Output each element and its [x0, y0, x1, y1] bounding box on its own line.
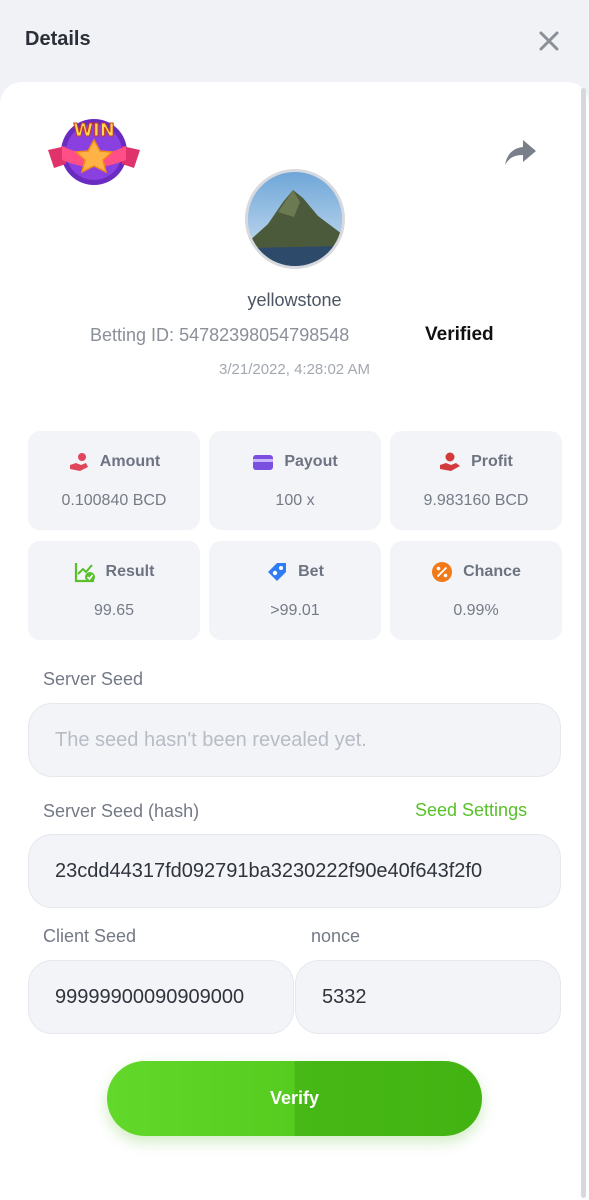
stat-label: Payout [284, 453, 338, 470]
stat-value: 0.100840 BCD [61, 492, 167, 509]
stat-value: 99.65 [93, 602, 135, 619]
server-seed-placeholder: The seed hasn't been revealed yet. [55, 728, 367, 751]
stat-value: 9.983160 BCD [423, 492, 529, 509]
share-icon[interactable] [503, 138, 537, 166]
client-seed-value: 99999900090909000 [55, 985, 245, 1008]
betting-id-label: Betting ID: [90, 325, 175, 345]
stat-card-amount: Amount 0.100840 BCD [28, 431, 200, 530]
seed-settings-link[interactable]: Seed Settings [415, 800, 527, 821]
mountain-image [248, 172, 342, 266]
username: yellowstone [247, 290, 342, 310]
win-logo: WIN [48, 119, 140, 185]
stat-label: Bet [298, 563, 324, 580]
stat-card-payout: Payout 100 x [209, 431, 381, 530]
details-header: Details [0, 0, 589, 82]
profit-icon [440, 452, 461, 471]
stat-value: 0.99% [453, 602, 499, 619]
tag-icon [268, 563, 287, 581]
client-seed-field[interactable]: 99999900090909000 [28, 960, 294, 1034]
stat-label: Amount [99, 453, 161, 470]
stat-card-chance: Chance 0.99% [390, 541, 562, 640]
percent-icon [432, 562, 453, 582]
stat-card-bet: Bet >99.01 [209, 541, 381, 640]
page-title: Details [25, 28, 91, 50]
stat-label: Profit [471, 453, 513, 470]
verify-button-label: Verify [269, 1088, 320, 1108]
scrollbar[interactable] [581, 88, 586, 1198]
stat-value: 100 x [275, 492, 315, 509]
close-icon[interactable] [536, 28, 562, 54]
nonce-field[interactable]: 5332 [295, 960, 561, 1034]
nonce-value: 5332 [322, 985, 367, 1008]
server-seed-hash-label: Server Seed (hash) [43, 801, 200, 821]
server-seed-hash-field[interactable]: 23cdd44317fd092791ba3230222f90e40f643f2f… [28, 834, 561, 908]
win-logo-text: WIN [73, 120, 115, 141]
server-seed-label: Server Seed [43, 669, 144, 689]
chart-check-icon [74, 563, 95, 583]
verified-link[interactable]: Verified [425, 324, 494, 346]
card-icon [253, 455, 274, 470]
hand-coin-icon [69, 453, 88, 471]
stat-label: Result [105, 563, 155, 580]
client-seed-label: Client Seed [43, 926, 137, 946]
betting-id-row: Betting ID: 54782398054798548 [90, 325, 349, 346]
stat-label: Chance [463, 563, 521, 580]
stat-value: >99.01 [270, 602, 320, 619]
server-seed-field[interactable]: The seed hasn't been revealed yet. [28, 703, 561, 777]
server-seed-hash-value: 23cdd44317fd092791ba3230222f90e40f643f2f… [55, 859, 483, 882]
betting-id-value: 54782398054798548 [179, 325, 350, 345]
nonce-label: nonce [311, 926, 361, 946]
timestamp: 3/21/2022, 4:28:02 AM [219, 361, 370, 378]
stat-card-result: Result 99.65 [28, 541, 200, 640]
stat-card-profit: Profit 9.983160 BCD [390, 431, 562, 530]
verify-button[interactable]: Verify [107, 1061, 482, 1136]
avatar [245, 169, 345, 269]
